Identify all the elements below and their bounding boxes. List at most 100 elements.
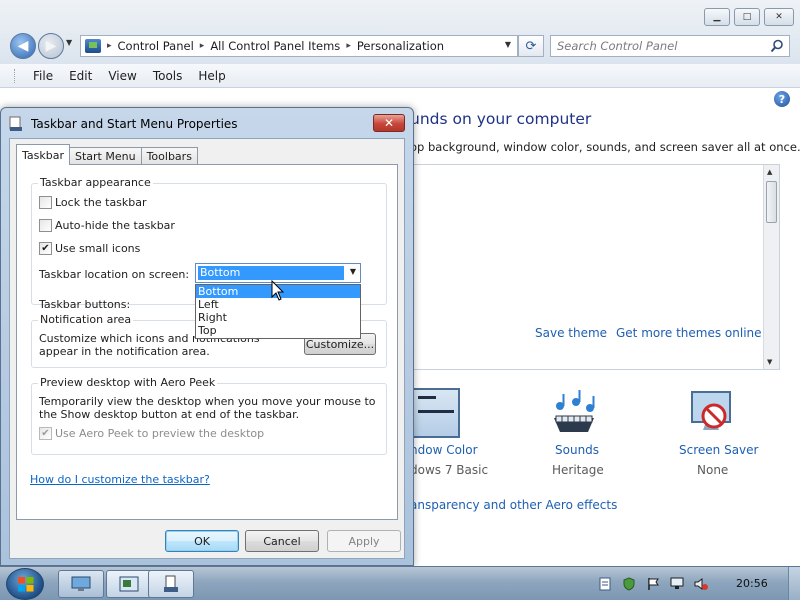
auto-hide-option[interactable]: Auto-hide the taskbar	[39, 219, 175, 232]
search-input[interactable]: Search Control Panel	[550, 35, 790, 57]
breadcrumb-all-items[interactable]: All Control Panel Items	[210, 39, 340, 53]
taskbar-location-label: Taskbar location on screen:	[39, 268, 190, 281]
small-icons-option[interactable]: ✔ Use small icons	[39, 242, 140, 255]
recent-pages-dropdown-icon[interactable]: ▼	[66, 38, 72, 47]
forward-button[interactable]: ▶	[38, 33, 64, 59]
taskbar-properties-taskbar-icon	[164, 575, 178, 592]
aero-peek-option[interactable]: ✔ Use Aero Peek to preview the desktop	[39, 427, 264, 440]
window-color-label[interactable]: ndow Color	[410, 443, 478, 457]
forward-arrow-icon: ▶	[45, 38, 57, 54]
scroll-down-arrow-icon[interactable]: ▼	[767, 358, 772, 366]
control-panel-icon	[85, 39, 101, 53]
menu-tools[interactable]: Tools	[145, 69, 191, 83]
taskbar-properties-icon	[9, 116, 22, 131]
apply-button[interactable]: Apply	[327, 530, 401, 552]
sounds-label[interactable]: Sounds	[555, 443, 599, 457]
flag-icon[interactable]	[646, 577, 660, 591]
refresh-button[interactable]: ⟳	[518, 35, 544, 57]
menu-file[interactable]: File	[25, 69, 61, 83]
shield-icon[interactable]	[622, 577, 636, 591]
get-more-themes-link[interactable]: Get more themes online	[616, 326, 762, 340]
option-top[interactable]: Top	[196, 324, 360, 337]
small-icons-label[interactable]: Use small icons	[55, 242, 140, 255]
caption-buttons: ▁ □ ✕	[704, 8, 794, 26]
lock-taskbar-checkbox[interactable]	[39, 196, 52, 209]
window-close-button[interactable]: ✕	[764, 8, 794, 26]
page-heading: unds on your computer	[410, 110, 592, 128]
save-theme-link[interactable]: Save theme	[535, 326, 607, 340]
tab-start-menu[interactable]: Start Menu	[69, 147, 142, 165]
search-icon[interactable]	[770, 39, 784, 53]
taskbar-location-value: Bottom	[198, 266, 344, 280]
breadcrumb-separator-icon[interactable]: ▸	[346, 41, 351, 51]
taskbar-properties-dialog: Taskbar and Start Menu Properties ✕ Task…	[0, 107, 414, 566]
volume-muted-icon[interactable]	[694, 577, 708, 591]
dialog-body: Taskbar Start Menu Toolbars Taskbar appe…	[9, 138, 405, 559]
maximize-button[interactable]: □	[734, 8, 760, 26]
help-link[interactable]: How do I customize the taskbar?	[30, 473, 210, 486]
auto-hide-checkbox[interactable]	[39, 219, 52, 232]
aero-effects-link[interactable]: ansparency and other Aero effects	[410, 498, 617, 512]
dialog-close-button[interactable]: ✕	[373, 114, 405, 132]
aero-peek-label[interactable]: Use Aero Peek to preview the desktop	[55, 427, 264, 440]
breadcrumb-personalization[interactable]: Personalization	[357, 39, 444, 53]
dialog-tabs: Taskbar Start Menu Toolbars	[16, 144, 198, 165]
address-dropdown-icon[interactable]: ▼	[505, 40, 511, 49]
dialog-title: Taskbar and Start Menu Properties	[31, 117, 238, 131]
menu-edit[interactable]: Edit	[61, 69, 100, 83]
menu-help[interactable]: Help	[190, 69, 233, 83]
notification-tray	[588, 567, 800, 600]
back-button[interactable]: ◀	[10, 33, 36, 59]
aero-peek-checkbox[interactable]: ✔	[39, 427, 52, 440]
scroll-thumb[interactable]	[766, 181, 777, 223]
chevron-down-icon[interactable]: ▼	[350, 267, 356, 276]
taskbar-button-control-panel[interactable]	[106, 570, 152, 598]
minimize-button[interactable]: ▁	[704, 8, 730, 26]
taskbar-button-explorer[interactable]	[58, 570, 104, 598]
sounds-sub: Heritage	[552, 463, 604, 477]
lock-taskbar-label[interactable]: Lock the taskbar	[55, 196, 147, 209]
menu-view[interactable]: View	[100, 69, 144, 83]
menu-grip	[14, 68, 17, 83]
document-tray-icon[interactable]	[598, 577, 612, 591]
cancel-button[interactable]: Cancel	[245, 530, 319, 552]
close-icon: ✕	[383, 116, 395, 130]
screen-saver-icon[interactable]	[686, 386, 738, 438]
aero-peek-title: Preview desktop with Aero Peek	[38, 376, 218, 389]
system-clock[interactable]: 20:56	[736, 577, 768, 590]
window-color-icon[interactable]	[412, 388, 460, 438]
breadcrumb-separator-icon[interactable]: ▸	[200, 41, 205, 51]
lock-taskbar-option[interactable]: Lock the taskbar	[39, 196, 147, 209]
themes-list[interactable]: ▲ ▼ Save theme Get more themes online	[410, 164, 780, 370]
themes-scrollbar[interactable]: ▲ ▼	[763, 165, 779, 369]
scroll-up-arrow-icon[interactable]: ▲	[767, 168, 772, 176]
show-desktop-button[interactable]	[788, 567, 800, 600]
taskbar-button-taskbar-properties[interactable]	[148, 570, 194, 598]
aero-peek-text: Temporarily view the desktop when you mo…	[39, 395, 376, 421]
screen-saver-label[interactable]: Screen Saver	[679, 443, 758, 457]
screen-saver-sub: None	[697, 463, 729, 477]
tab-taskbar[interactable]: Taskbar	[16, 144, 70, 165]
taskbar-appearance-title: Taskbar appearance	[38, 176, 153, 189]
ok-button[interactable]: OK	[165, 530, 239, 552]
breadcrumb-separator-icon[interactable]: ▸	[107, 41, 112, 51]
monitor-icon	[71, 576, 91, 591]
tab-toolbars[interactable]: Toolbars	[140, 147, 198, 165]
windows-taskbar: 20:56	[0, 566, 800, 600]
page-description: op background, window color, sounds, and…	[410, 140, 800, 154]
help-icon[interactable]: ?	[774, 91, 790, 107]
sounds-icon[interactable]	[548, 388, 600, 438]
refresh-icon: ⟳	[525, 38, 537, 54]
breadcrumb-control-panel[interactable]: Control Panel	[118, 39, 194, 53]
address-bar[interactable]: ▸ Control Panel ▸ All Control Panel Item…	[80, 35, 518, 57]
start-button[interactable]	[6, 568, 44, 600]
windows-logo-icon	[18, 577, 34, 592]
taskbar-tab-panel: Taskbar appearance Lock the taskbar Auto…	[16, 164, 398, 520]
notification-area-title: Notification area	[38, 313, 134, 326]
auto-hide-label[interactable]: Auto-hide the taskbar	[55, 219, 175, 232]
network-icon[interactable]	[670, 577, 684, 591]
option-right[interactable]: Right	[196, 311, 360, 324]
back-arrow-icon: ◀	[17, 38, 29, 54]
small-icons-checkbox[interactable]: ✔	[39, 242, 52, 255]
menu-bar: File Edit View Tools Help	[0, 64, 800, 88]
